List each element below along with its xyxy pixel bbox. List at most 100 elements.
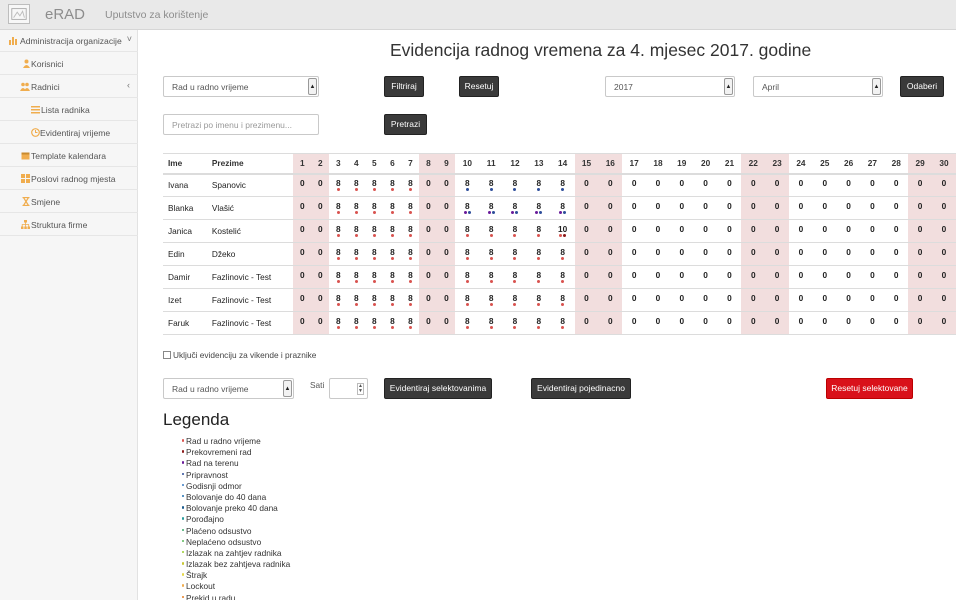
day-hours-cell[interactable]: 0	[437, 219, 456, 243]
day-hours-cell[interactable]: 0	[598, 196, 623, 220]
day-hours-cell[interactable]: 0	[836, 311, 861, 335]
day-hours-cell[interactable]: 8	[365, 265, 384, 289]
day-hours-cell[interactable]: 8	[347, 288, 366, 312]
day-hours-cell[interactable]: 0	[669, 288, 694, 312]
reset-button[interactable]: Resetuj	[459, 76, 499, 97]
day-hours-cell[interactable]: 0	[717, 311, 742, 335]
day-hours-cell[interactable]: 0	[419, 288, 438, 312]
day-hours-cell[interactable]: 0	[931, 311, 956, 335]
day-hours-cell[interactable]: 0	[741, 242, 766, 266]
day-hours-cell[interactable]: 8	[526, 173, 551, 197]
day-hours-cell[interactable]: 0	[789, 288, 813, 312]
sidebar-item-template-kalendara[interactable]: Template kalendara	[0, 145, 138, 167]
day-hours-cell[interactable]: 0	[646, 173, 670, 197]
day-hours-cell[interactable]: 0	[693, 311, 718, 335]
weekend-checkbox[interactable]	[163, 351, 171, 359]
table-row[interactable]: Faruk Fazlinovic - Test 0 0 8 8 8 8 8 0 0 8 8 8 8 8 0 0 0 0…	[163, 311, 956, 335]
day-hours-cell[interactable]: 0	[836, 173, 861, 197]
day-hours-cell[interactable]: 0	[293, 265, 312, 289]
day-hours-cell[interactable]: 0	[860, 288, 885, 312]
day-hours-cell[interactable]: 0	[574, 219, 599, 243]
day-hours-cell[interactable]: 0	[437, 288, 456, 312]
day-hours-cell[interactable]: 0	[741, 265, 766, 289]
day-hours-cell[interactable]: 0	[669, 311, 694, 335]
day-hours-cell[interactable]: 0	[437, 311, 456, 335]
day-hours-cell[interactable]: 8	[550, 196, 575, 220]
day-hours-cell[interactable]: 0	[812, 242, 837, 266]
day-hours-cell[interactable]: 0	[908, 288, 932, 312]
day-hours-cell[interactable]: 0	[574, 288, 599, 312]
day-hours-cell[interactable]: 0	[860, 196, 885, 220]
day-hours-cell[interactable]: 0	[931, 242, 956, 266]
day-hours-cell[interactable]: 8	[401, 265, 420, 289]
day-hours-cell[interactable]: 0	[669, 173, 694, 197]
day-hours-cell[interactable]: 0	[884, 311, 909, 335]
day-hours-cell[interactable]: 8	[383, 173, 402, 197]
day-hours-cell[interactable]: 0	[311, 173, 330, 197]
day-hours-cell[interactable]: 8	[365, 173, 384, 197]
day-hours-cell[interactable]: 0	[646, 311, 670, 335]
day-hours-cell[interactable]: 0	[908, 173, 932, 197]
day-hours-cell[interactable]: 8	[479, 242, 504, 266]
day-hours-cell[interactable]: 0	[669, 219, 694, 243]
day-hours-cell[interactable]: 0	[574, 265, 599, 289]
day-hours-cell[interactable]: 0	[860, 219, 885, 243]
search-input[interactable]: Pretrazi po imenu i prezimenu...	[163, 114, 319, 135]
day-hours-cell[interactable]: 8	[479, 288, 504, 312]
sidebar-item-radnici[interactable]: Radnici ‹	[0, 76, 138, 98]
stepper-arrows-icon[interactable]: ▲ ▼	[357, 383, 364, 395]
day-hours-cell[interactable]: 0	[908, 196, 932, 220]
day-hours-cell[interactable]: 0	[860, 173, 885, 197]
day-hours-cell[interactable]: 0	[437, 173, 456, 197]
day-hours-cell[interactable]: 8	[455, 288, 480, 312]
day-hours-cell[interactable]: 0	[884, 288, 909, 312]
day-hours-cell[interactable]: 0	[693, 173, 718, 197]
evidentiraj-single-button[interactable]: Evidentiraj pojedinacno	[531, 378, 631, 399]
day-hours-cell[interactable]: 8	[401, 219, 420, 243]
day-hours-cell[interactable]: 8	[401, 288, 420, 312]
day-hours-cell[interactable]: 0	[908, 242, 932, 266]
day-hours-cell[interactable]: 0	[598, 265, 623, 289]
day-hours-cell[interactable]: 8	[479, 265, 504, 289]
day-hours-cell[interactable]: 0	[836, 288, 861, 312]
day-hours-cell[interactable]: 0	[908, 219, 932, 243]
day-hours-cell[interactable]: 0	[836, 219, 861, 243]
day-hours-cell[interactable]: 0	[311, 196, 330, 220]
table-row[interactable]: Izet Fazlinovic - Test 0 0 8 8 8 8 8 0 0 8 8 8 8 8 0 0 0 0 0…	[163, 288, 956, 312]
day-hours-cell[interactable]: 0	[646, 196, 670, 220]
day-hours-cell[interactable]: 8	[479, 311, 504, 335]
day-hours-cell[interactable]: 0	[765, 196, 790, 220]
day-hours-cell[interactable]: 8	[383, 265, 402, 289]
day-hours-cell[interactable]: 0	[669, 265, 694, 289]
day-hours-cell[interactable]: 0	[741, 311, 766, 335]
day-hours-cell[interactable]: 0	[931, 265, 956, 289]
day-hours-cell[interactable]: 0	[765, 173, 790, 197]
day-hours-cell[interactable]: 8	[347, 242, 366, 266]
day-hours-cell[interactable]: 0	[598, 173, 623, 197]
day-hours-cell[interactable]: 10	[550, 219, 575, 243]
day-hours-cell[interactable]: 8	[365, 288, 384, 312]
day-hours-cell[interactable]: 0	[622, 219, 647, 243]
day-hours-cell[interactable]: 8	[347, 196, 366, 220]
sidebar-item-struktura[interactable]: Struktura firme	[0, 214, 138, 236]
day-hours-cell[interactable]: 0	[884, 196, 909, 220]
day-hours-cell[interactable]: 0	[622, 265, 647, 289]
day-hours-cell[interactable]: 0	[693, 265, 718, 289]
day-hours-cell[interactable]: 0	[789, 311, 813, 335]
day-hours-cell[interactable]: 0	[765, 265, 790, 289]
day-hours-cell[interactable]: 0	[598, 219, 623, 243]
day-hours-cell[interactable]: 0	[574, 242, 599, 266]
table-row[interactable]: Edin Džeko 0 0 8 8 8 8 8 0 0 8 8 8 8 8 0 0 0 0 0 0 0 0 0 0 0 0 0 0 0 0	[163, 242, 956, 266]
day-hours-cell[interactable]: 8	[383, 219, 402, 243]
day-hours-cell[interactable]: 8	[455, 242, 480, 266]
search-button[interactable]: Pretrazi	[384, 114, 427, 135]
day-hours-cell[interactable]: 0	[812, 173, 837, 197]
day-hours-cell[interactable]: 8	[365, 219, 384, 243]
sidebar-item-smjene[interactable]: Smjene	[0, 191, 138, 213]
day-hours-cell[interactable]: 0	[717, 242, 742, 266]
day-hours-cell[interactable]: 0	[765, 311, 790, 335]
day-hours-cell[interactable]: 8	[383, 311, 402, 335]
day-hours-cell[interactable]: 0	[293, 242, 312, 266]
day-hours-cell[interactable]: 8	[401, 311, 420, 335]
day-hours-cell[interactable]: 0	[693, 288, 718, 312]
